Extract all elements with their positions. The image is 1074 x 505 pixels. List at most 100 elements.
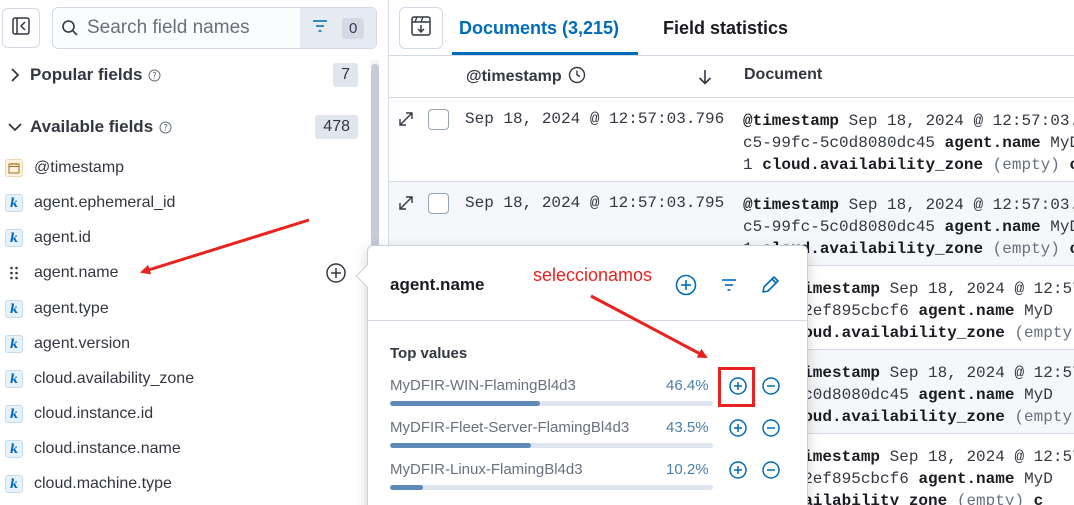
- popover-field-title: agent.name: [390, 275, 485, 294]
- row-checkbox[interactable]: [428, 193, 449, 214]
- search-field-names-input[interactable]: [87, 8, 301, 48]
- field-item-agent-ephemeral-id[interactable]: k agent.ephemeral_id: [0, 187, 360, 219]
- available-fields-title: Available fields: [30, 117, 154, 136]
- top-value-bar-fill: [390, 443, 531, 448]
- table-export-icon: [410, 15, 432, 42]
- doc-value: Sep 18, 2024 @ 12:57:02.: [889, 448, 1074, 466]
- table-row[interactable]: Sep 18, 2024 @ 12:57:03.796 @timestamp S…: [389, 98, 1074, 182]
- calendar-icon: [5, 159, 23, 177]
- column-header-document[interactable]: Document: [744, 66, 822, 84]
- svg-text:?: ?: [153, 71, 158, 81]
- minus-circle-icon[interactable]: [760, 417, 782, 439]
- keyword-type-icon: k: [5, 475, 23, 493]
- plus-circle-icon[interactable]: [727, 417, 749, 439]
- field-name: agent.id: [34, 229, 91, 246]
- arrow-down-icon[interactable]: [697, 68, 713, 91]
- add-field-button[interactable]: [673, 272, 699, 298]
- question-icon[interactable]: ?: [148, 69, 161, 82]
- keyword-type-icon: k: [5, 229, 23, 247]
- doc-value: Sep 18, 2024 @ 12:57:03.: [889, 280, 1074, 298]
- doc-key: @timestamp: [743, 196, 840, 214]
- doc-value: MyD: [1024, 470, 1053, 488]
- add-field-plus-icon[interactable]: [324, 261, 348, 285]
- top-value-bar-fill: [390, 485, 423, 490]
- field-item-agent-id[interactable]: k agent.id: [0, 222, 360, 254]
- top-value-bar-fill: [390, 401, 540, 406]
- top-value-bar: [390, 401, 713, 406]
- field-name: agent.type: [34, 300, 109, 317]
- doc-key: availability_zone: [784, 492, 948, 505]
- annotation-text: seleccionamos: [533, 265, 653, 285]
- field-item-cloud-availability-zone[interactable]: k cloud.availability_zone: [0, 363, 360, 395]
- tab-documents[interactable]: Documents (3,215): [459, 18, 619, 39]
- doc-key: c: [1070, 240, 1074, 258]
- field-name: agent.ephemeral_id: [34, 194, 176, 211]
- field-type-filter-button[interactable]: 0: [300, 8, 376, 48]
- pencil-icon[interactable]: [757, 272, 783, 298]
- minus-circle-icon[interactable]: [760, 375, 782, 397]
- doc-value: (empty): [992, 240, 1060, 258]
- view-options-button[interactable]: [399, 7, 443, 49]
- doc-key: agent.name: [944, 218, 1041, 236]
- row-checkbox[interactable]: [428, 109, 449, 130]
- top-value-bar: [390, 485, 713, 490]
- document-cell: @timestamp Sep 18, 2024 @ 12:57:03. -a2e…: [784, 278, 1074, 344]
- filter-icon: [312, 19, 328, 38]
- chevron-right-icon: [0, 67, 30, 83]
- doc-value: c5-99fc-5c0d8080dc45: [743, 134, 936, 152]
- popular-fields-header[interactable]: Popular fields ? 7: [0, 59, 372, 91]
- filter-count-badge: 0: [342, 17, 365, 39]
- top-value-percent: 10.2%: [666, 461, 709, 478]
- scrollbar-thumb[interactable]: [371, 64, 379, 250]
- field-name: cloud.machine.type: [34, 475, 172, 492]
- expand-icon[interactable]: [397, 194, 415, 217]
- doc-key: @timestamp: [743, 112, 840, 130]
- top-value-label: MyDFIR-WIN-FlamingBl4d3: [390, 377, 576, 394]
- doc-key: agent.name: [918, 470, 1015, 488]
- keyword-type-icon: k: [5, 370, 23, 388]
- expand-icon[interactable]: [397, 110, 415, 133]
- tab-field-statistics[interactable]: Field statistics: [663, 18, 788, 39]
- column-header-timestamp-label: @timestamp: [466, 68, 562, 85]
- doc-key: cloud.availability_zone: [762, 156, 984, 174]
- collapse-sidebar-button[interactable]: [2, 8, 40, 48]
- document-cell: @timestamp Sep 18, 2024 @ 12:57:03. c5-9…: [743, 110, 1074, 176]
- top-value-row: MyDFIR-Fleet-Server-FlamingBl4d3 43.5%: [390, 419, 800, 459]
- top-value-label: MyDFIR-Linux-FlamingBl4d3: [390, 461, 583, 478]
- field-item-cloud-instance-id[interactable]: k cloud.instance.id: [0, 398, 360, 430]
- doc-value: (empty): [956, 492, 1025, 505]
- top-value-percent: 46.4%: [666, 377, 709, 394]
- field-item-cloud-machine-type[interactable]: k cloud.machine.type: [0, 468, 360, 500]
- plus-circle-icon[interactable]: [727, 459, 749, 481]
- top-value-percent: 43.5%: [666, 419, 709, 436]
- doc-key: agent.name: [944, 134, 1041, 152]
- question-icon[interactable]: ?: [159, 121, 172, 134]
- field-item-timestamp[interactable]: @timestamp: [0, 152, 360, 184]
- field-name: @timestamp: [34, 159, 125, 176]
- doc-key: c: [1070, 156, 1074, 174]
- filter-icon[interactable]: [716, 272, 742, 298]
- field-name: cloud.instance.id: [34, 405, 154, 422]
- field-item-agent-type[interactable]: k agent.type: [0, 293, 360, 325]
- field-item-cloud-instance-name[interactable]: k cloud.instance.name: [0, 433, 360, 465]
- available-fields-count: 478: [315, 115, 358, 139]
- doc-key: cloud.availability_zone: [784, 324, 1005, 342]
- available-fields-header[interactable]: Available fields ? 478: [0, 111, 372, 143]
- field-name: cloud.availability_zone: [34, 370, 195, 387]
- doc-value: c5-99fc-5c0d8080dc45: [743, 218, 936, 236]
- minus-circle-icon[interactable]: [760, 459, 782, 481]
- top-value-bar: [390, 443, 713, 448]
- field-item-agent-version[interactable]: k agent.version: [0, 328, 360, 360]
- field-name: cloud.instance.name: [34, 440, 181, 457]
- search-icon: [53, 19, 87, 37]
- drag-handle-icon[interactable]: [5, 265, 23, 281]
- doc-key: agent.name: [918, 302, 1015, 320]
- field-item-agent-name[interactable]: agent.name: [0, 257, 360, 289]
- timestamp-cell: Sep 18, 2024 @ 12:57:03.795: [465, 194, 725, 212]
- field-name: agent.version: [34, 335, 131, 352]
- top-values-title: Top values: [390, 345, 468, 362]
- top-value-row: MyDFIR-Linux-FlamingBl4d3 10.2%: [390, 461, 800, 501]
- doc-key: c: [1033, 492, 1044, 505]
- column-header-timestamp[interactable]: @timestamp: [466, 66, 586, 89]
- keyword-type-icon: k: [5, 440, 23, 458]
